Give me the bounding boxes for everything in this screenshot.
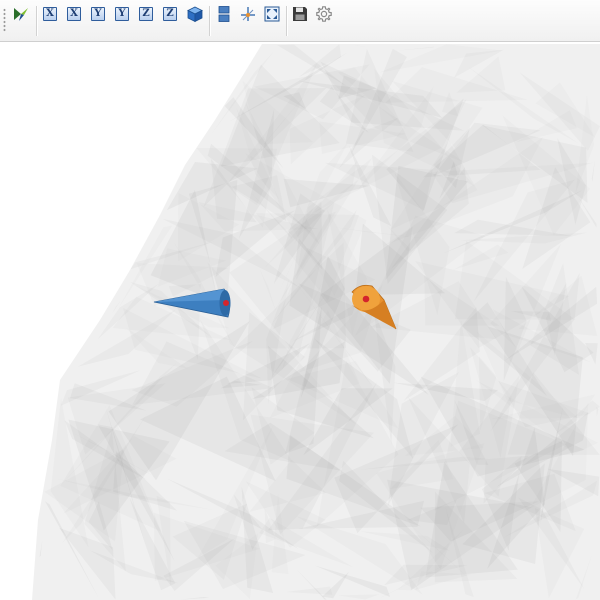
reset-center-button[interactable] <box>238 4 258 24</box>
center-axes-icon <box>241 7 255 21</box>
red-marker-point <box>223 300 229 306</box>
view-pos-z-button[interactable]: Z <box>136 4 156 24</box>
red-marker-point <box>362 295 370 303</box>
toolbar-grip[interactable] <box>3 8 6 32</box>
axis-z-icon: Z <box>139 7 153 21</box>
toolbar-separator <box>286 6 287 36</box>
toolbar-separator <box>36 6 37 36</box>
isometric-view-button[interactable] <box>185 4 205 24</box>
gear-icon <box>316 6 332 22</box>
view-neg-y-button[interactable]: Y <box>112 4 132 24</box>
axis-y-icon: Y <box>91 7 105 21</box>
fullscreen-icon <box>264 6 280 22</box>
translucent-surface-mesh <box>32 44 600 600</box>
axis-y-icon: Y <box>115 7 129 21</box>
save-icon <box>293 7 307 21</box>
split-view-button[interactable] <box>214 4 234 24</box>
view-neg-z-button[interactable]: Z <box>160 4 180 24</box>
fullscreen-button[interactable] <box>262 4 282 24</box>
view-pos-y-button[interactable]: Y <box>88 4 108 24</box>
render-view[interactable] <box>0 42 600 600</box>
app-logo-button[interactable] <box>11 4 31 24</box>
toolbar-separator <box>209 6 210 36</box>
toolbar: X X Y Y Z Z <box>0 0 600 42</box>
view-neg-x-button[interactable]: X <box>64 4 84 24</box>
save-button[interactable] <box>290 4 310 24</box>
settings-button[interactable] <box>314 4 334 24</box>
cube-icon <box>187 6 203 23</box>
view-pos-x-button[interactable]: X <box>40 4 60 24</box>
render-canvas[interactable] <box>0 42 600 600</box>
paraview-logo-icon <box>14 8 28 21</box>
split-view-icon <box>218 6 230 22</box>
axis-x-icon: X <box>67 7 81 21</box>
axis-x-icon: X <box>43 7 57 21</box>
axis-z-icon: Z <box>163 7 177 21</box>
